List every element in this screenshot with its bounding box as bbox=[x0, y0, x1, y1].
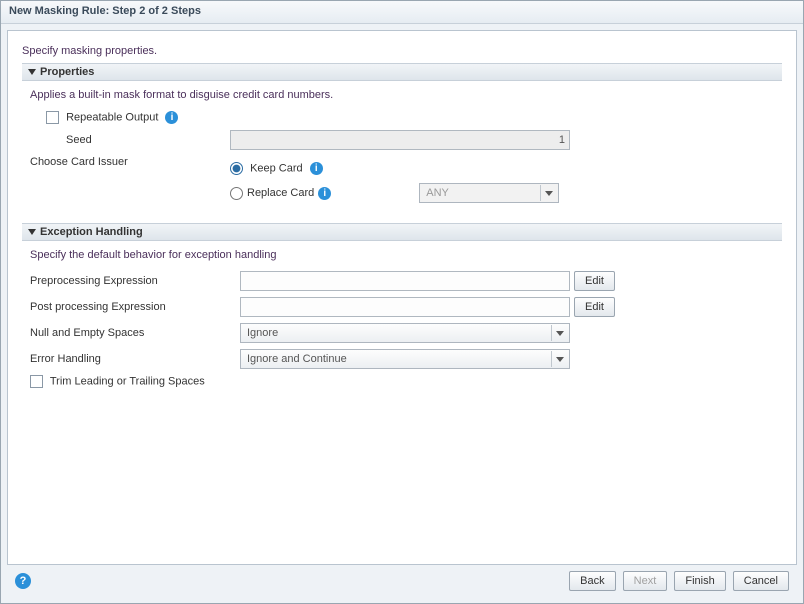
exception-body: Specify the default behavior for excepti… bbox=[22, 249, 782, 402]
replace-card-radio[interactable] bbox=[230, 187, 243, 200]
chevron-down-icon bbox=[540, 185, 556, 201]
footer: ? Back Next Finish Cancel bbox=[7, 565, 797, 597]
disclosure-icon bbox=[28, 69, 36, 75]
exception-header[interactable]: Exception Handling bbox=[22, 223, 782, 241]
postprocessing-row: Post processing Expression Edit bbox=[30, 297, 774, 317]
trim-checkbox[interactable] bbox=[30, 375, 43, 388]
preprocessing-input[interactable] bbox=[240, 271, 570, 291]
footer-buttons: Back Next Finish Cancel bbox=[565, 571, 789, 591]
repeatable-checkbox[interactable] bbox=[46, 111, 59, 124]
properties-desc: Applies a built-in mask format to disgui… bbox=[30, 89, 774, 101]
properties-body: Applies a built-in mask format to disgui… bbox=[22, 89, 782, 217]
error-handling-row: Error Handling Ignore and Continue bbox=[30, 349, 774, 369]
main-panel: Specify masking properties. Properties A… bbox=[7, 30, 797, 565]
issuer-label: Choose Card Issuer bbox=[30, 156, 230, 168]
preprocessing-label: Preprocessing Expression bbox=[30, 275, 240, 287]
keep-card-option[interactable]: Keep Card i bbox=[230, 162, 559, 175]
error-handling-label: Error Handling bbox=[30, 353, 240, 365]
null-empty-select[interactable]: Ignore bbox=[240, 323, 570, 343]
next-button: Next bbox=[623, 571, 668, 591]
replace-card-option[interactable]: Replace Card i ANY bbox=[230, 183, 559, 203]
properties-header[interactable]: Properties bbox=[22, 63, 782, 81]
issuer-row: Choose Card Issuer Keep Card i Replace C… bbox=[30, 156, 774, 203]
postprocessing-label: Post processing Expression bbox=[30, 301, 240, 313]
null-empty-label: Null and Empty Spaces bbox=[30, 327, 240, 339]
info-icon[interactable]: i bbox=[165, 111, 178, 124]
replace-card-label: Replace Card bbox=[247, 187, 314, 199]
preprocessing-row: Preprocessing Expression Edit bbox=[30, 271, 774, 291]
dialog: New Masking Rule: Step 2 of 2 Steps Spec… bbox=[0, 0, 804, 604]
postprocessing-input[interactable] bbox=[240, 297, 570, 317]
exception-desc: Specify the default behavior for excepti… bbox=[30, 249, 774, 261]
repeatable-label: Repeatable Output bbox=[66, 111, 158, 123]
properties-heading-label: Properties bbox=[40, 66, 94, 78]
replace-card-value: ANY bbox=[426, 187, 449, 199]
dialog-title: New Masking Rule: Step 2 of 2 Steps bbox=[1, 1, 803, 24]
keep-card-radio[interactable] bbox=[230, 162, 243, 175]
edit-button[interactable]: Edit bbox=[574, 297, 615, 317]
trim-label: Trim Leading or Trailing Spaces bbox=[50, 375, 205, 387]
info-icon[interactable]: i bbox=[318, 187, 331, 200]
seed-label: Seed bbox=[30, 134, 230, 146]
edit-button[interactable]: Edit bbox=[574, 271, 615, 291]
seed-row: Seed bbox=[30, 130, 774, 150]
keep-card-label: Keep Card bbox=[250, 162, 303, 174]
help-icon[interactable]: ? bbox=[15, 573, 31, 589]
finish-button[interactable]: Finish bbox=[674, 571, 725, 591]
intro-text: Specify masking properties. bbox=[22, 45, 782, 57]
chevron-down-icon bbox=[551, 325, 567, 341]
exception-heading-label: Exception Handling bbox=[40, 226, 143, 238]
repeatable-row: Repeatable Output i bbox=[30, 111, 774, 124]
null-empty-value: Ignore bbox=[247, 327, 278, 339]
info-icon[interactable]: i bbox=[310, 162, 323, 175]
null-empty-row: Null and Empty Spaces Ignore bbox=[30, 323, 774, 343]
trim-row: Trim Leading or Trailing Spaces bbox=[30, 375, 774, 388]
content-wrap: Specify masking properties. Properties A… bbox=[1, 24, 803, 603]
error-handling-value: Ignore and Continue bbox=[247, 353, 347, 365]
back-button[interactable]: Back bbox=[569, 571, 615, 591]
chevron-down-icon bbox=[551, 351, 567, 367]
seed-input[interactable] bbox=[230, 130, 570, 150]
replace-card-select: ANY bbox=[419, 183, 559, 203]
cancel-button[interactable]: Cancel bbox=[733, 571, 789, 591]
disclosure-icon bbox=[28, 229, 36, 235]
error-handling-select[interactable]: Ignore and Continue bbox=[240, 349, 570, 369]
